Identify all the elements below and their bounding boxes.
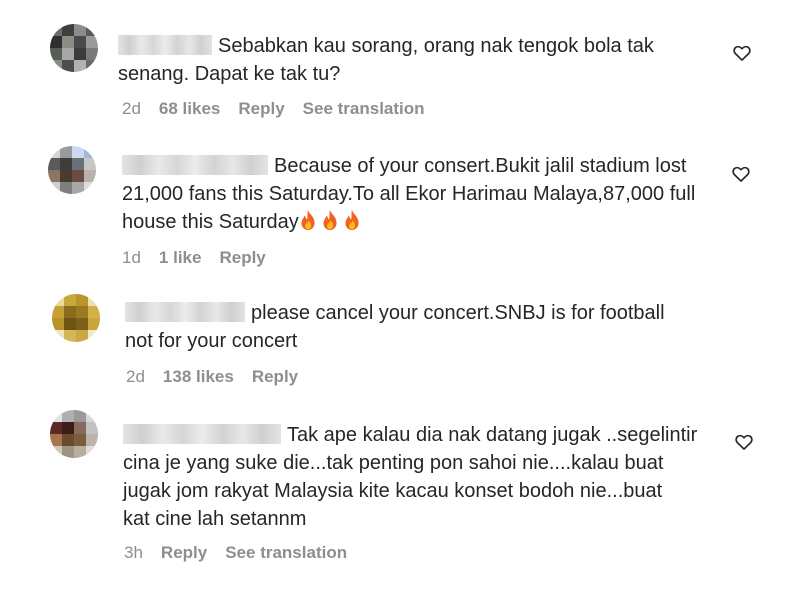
fire-emoji [321,209,339,231]
reply-button[interactable]: Reply [219,248,265,268]
comment-line: house this Saturday [122,211,299,233]
comment-line: jugak jom rakyat Malaysia kite kacau kon… [123,480,663,502]
reply-button[interactable]: Reply [161,543,207,563]
heart-outline-icon[interactable] [732,43,752,63]
username-blurred[interactable] [122,155,268,175]
comment-text: Because of your consert.Bukit jalil stad… [122,152,695,236]
avatar[interactable] [50,410,98,458]
comment-meta: 3h Reply See translation [124,543,347,563]
comment-line: 21,000 fans this Saturday.To all Ekor Ha… [122,183,696,205]
timestamp: 2d [122,99,141,118]
see-translation-button[interactable]: See translation [225,543,347,563]
heart-outline-icon[interactable] [731,164,751,184]
comment-text: Sebabkan kau sorang, orang nak tengok bo… [118,32,654,88]
comment-meta: 2d 68 likes Reply See translation [122,99,425,119]
comment-text: please cancel your concert.SNBJ is for f… [125,299,665,355]
fire-emoji [343,209,361,231]
comment-line: kat cine lah setannm [123,508,307,530]
comment-line: Tak ape kalau dia nak datang jugak ..seg… [287,424,698,446]
comment-line: Because of your consert.Bukit jalil stad… [274,155,687,177]
comment-meta: 2d 138 likes Reply [126,367,298,387]
likes-count[interactable]: 68 likes [159,99,220,119]
timestamp: 2d [126,367,145,386]
timestamp: 3h [124,543,143,562]
reply-button[interactable]: Reply [238,99,284,119]
avatar[interactable] [48,146,96,194]
comment-line: not for your concert [125,330,298,352]
avatar[interactable] [50,24,98,72]
comment-line: please cancel your concert.SNBJ is for f… [251,302,665,324]
likes-count[interactable]: 138 likes [163,367,234,387]
see-translation-button[interactable]: See translation [303,99,425,119]
fire-emoji [299,209,317,231]
comment-line: Sebabkan kau sorang, orang nak tengok bo… [218,35,654,57]
comment-line: cina je yang suke die...tak penting pon … [123,452,664,474]
comment-meta: 1d 1 like Reply [122,248,266,268]
comment-text: Tak ape kalau dia nak datang jugak ..seg… [123,421,697,533]
timestamp: 1d [122,248,141,267]
reply-button[interactable]: Reply [252,367,298,387]
likes-count[interactable]: 1 like [159,248,202,268]
username-blurred[interactable] [125,302,245,322]
comment-line: senang. Dapat ke tak tu? [118,63,341,85]
username-blurred[interactable] [123,424,281,444]
heart-outline-icon[interactable] [734,432,754,452]
avatar[interactable] [52,294,100,342]
username-blurred[interactable] [118,35,212,55]
